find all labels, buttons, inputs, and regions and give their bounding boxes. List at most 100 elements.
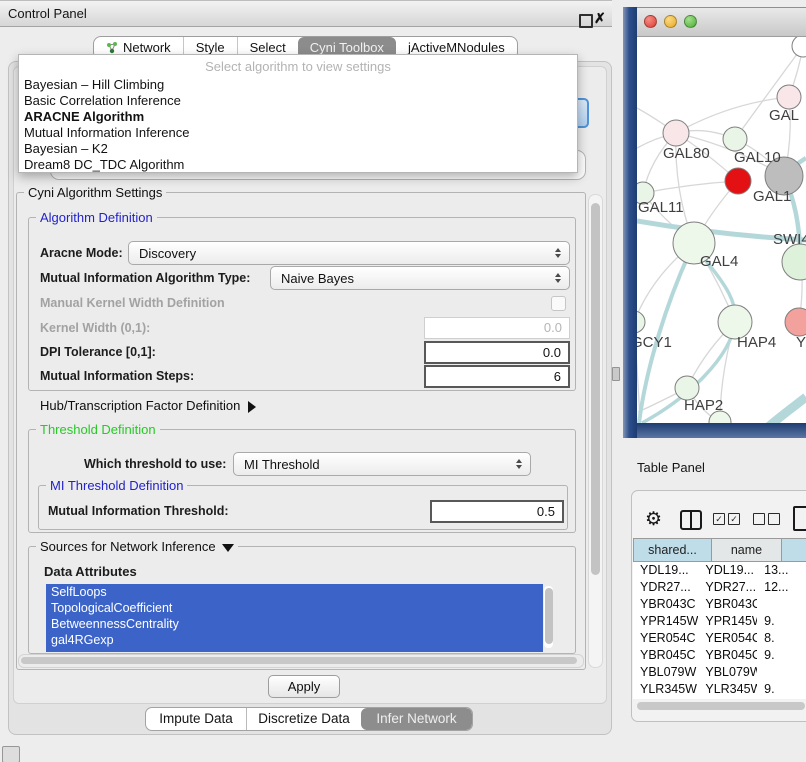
network-edge-highlighted[interactable] <box>757 397 806 423</box>
table-cell[interactable]: 9. <box>757 681 806 698</box>
mi-threshold-field[interactable]: 0.5 <box>430 500 564 523</box>
table-cell[interactable]: YDR27... <box>698 579 757 596</box>
network-node-gcy1[interactable] <box>637 311 645 333</box>
algorithm-option-mutual-information-inference[interactable]: Mutual Information Inference <box>19 125 577 141</box>
table-cell[interactable]: YLR345W <box>698 681 757 698</box>
algorithm-option-dream8-dc-tdc-algorithm[interactable]: Dream8 DC_TDC Algorithm <box>19 157 577 173</box>
attribute-item-partial[interactable] <box>46 648 543 652</box>
table-cell[interactable] <box>757 664 806 681</box>
algorithm-option-basic-correlation-inference[interactable]: Basic Correlation Inference <box>19 93 577 109</box>
minimize-window-icon[interactable] <box>664 15 677 28</box>
attribute-item-gal4rgexp[interactable]: gal4RGexp <box>46 632 543 648</box>
table-cell[interactable]: 13... <box>757 562 806 579</box>
table-cell[interactable]: YPR145W <box>698 613 757 630</box>
table-row[interactable]: YER054CYER054C8. <box>633 630 806 647</box>
table-body[interactable]: YDL19...YDL19...13...YDR27...YDR27...12.… <box>633 562 806 699</box>
table-cell[interactable]: YER054C <box>698 630 757 647</box>
network-window-titlebar[interactable] <box>637 7 806 37</box>
minimized-panel-button[interactable] <box>2 746 20 762</box>
table-row[interactable]: YBR043CYBR043C <box>633 596 806 613</box>
show-columns-icon[interactable] <box>680 510 702 530</box>
network-node-gal10[interactable] <box>723 127 747 151</box>
table-cell[interactable]: YBR043C <box>698 596 757 613</box>
horizontal-scrollbar-thumb[interactable] <box>21 657 577 664</box>
collapsed-arrow-icon[interactable] <box>248 401 256 413</box>
algorithm-option-bayesian-hill-climbing[interactable]: Bayesian – Hill Climbing <box>19 77 577 93</box>
which-threshold-combo[interactable]: MI Threshold <box>233 452 531 476</box>
table-cell[interactable]: YDL19... <box>633 562 698 579</box>
split-pane-grip[interactable] <box>612 367 620 381</box>
column-header-shared-[interactable]: shared... <box>634 539 712 561</box>
network-view-canvas[interactable]: GALGAL80GAL10GAL1GAL11GAL4SWI4GCY1HAP4YH… <box>637 37 806 423</box>
table-cell[interactable]: YIL053C <box>633 698 698 699</box>
bottom-tab-infer-network[interactable]: Infer Network <box>361 708 472 730</box>
table-row[interactable]: YBR045CYBR045C9. <box>633 647 806 664</box>
table-cell[interactable]: YLR345W <box>633 681 698 698</box>
table-row[interactable]: YPR145WYPR145W9. <box>633 613 806 630</box>
sources-title[interactable]: Sources for Network Inference <box>36 539 238 554</box>
table-cell[interactable]: 12... <box>757 579 806 596</box>
table-cell[interactable]: YBR043C <box>633 596 698 613</box>
algorithm-option-bayesian-k2[interactable]: Bayesian – K2 <box>19 141 577 157</box>
table-cell[interactable] <box>757 596 806 613</box>
mi-type-combo[interactable]: Naive Bayes <box>270 266 570 290</box>
network-node-y[interactable] <box>785 308 806 336</box>
network-node-gal1[interactable] <box>725 168 751 194</box>
table-row[interactable]: YLR345WYLR345W9. <box>633 681 806 698</box>
float-panel-icon[interactable] <box>579 14 593 28</box>
bottom-tab-impute-data[interactable]: Impute Data <box>146 708 246 730</box>
select-all-checkbox-icon[interactable]: ✓ <box>713 513 725 525</box>
select-all-checkbox-icon-2[interactable]: ✓ <box>728 513 740 525</box>
bottom-tab-discretize-data[interactable]: Discretize Data <box>246 708 361 730</box>
network-node-swi4[interactable] <box>782 244 806 280</box>
attributes-list-scrollbar[interactable] <box>544 586 553 648</box>
table-cell[interactable]: 9. <box>757 647 806 664</box>
table-cell[interactable]: YDR27... <box>633 579 698 596</box>
table-cell[interactable]: YDL19... <box>698 562 757 579</box>
network-edge[interactable] <box>643 181 738 193</box>
table-row[interactable]: YBL079WYBL079W <box>633 664 806 681</box>
manual-kernel-checkbox[interactable] <box>551 296 566 311</box>
table-cell[interactable]: YBL079W <box>633 664 698 681</box>
apply-button[interactable]: Apply <box>268 675 340 698</box>
zoom-window-icon[interactable] <box>684 15 697 28</box>
column-header-hidden[interactable] <box>782 539 806 561</box>
aracne-mode-combo[interactable]: Discovery <box>128 241 570 265</box>
table-scrollbar-thumb[interactable] <box>637 702 805 710</box>
table-cell[interactable]: YER054C <box>633 630 698 647</box>
attribute-item-topologicalcoefficient[interactable]: TopologicalCoefficient <box>46 600 543 616</box>
network-node-gal[interactable] <box>777 85 801 109</box>
table-cell[interactable]: YBL079W <box>698 664 757 681</box>
algorithm-option-aracne-algorithm[interactable]: ARACNE Algorithm <box>19 109 577 125</box>
attribute-item-selfloops[interactable]: SelfLoops <box>46 584 543 600</box>
dpi-tolerance-field[interactable]: 0.0 <box>424 341 570 364</box>
table-cell[interactable]: YPR145W <box>633 613 698 630</box>
table-row[interactable]: YDL19...YDL19...13... <box>633 562 806 579</box>
table-row[interactable]: YDR27...YDR27...12... <box>633 579 806 596</box>
table-horizontal-scrollbar[interactable] <box>636 701 806 712</box>
attribute-item-betweennesscentrality[interactable]: BetweennessCentrality <box>46 616 543 632</box>
deselect-all-checkbox-icon-2[interactable] <box>768 513 780 525</box>
table-cell[interactable]: 9. <box>757 613 806 630</box>
table-cell[interactable]: YBR045C <box>633 647 698 664</box>
settings-scrollbar-thumb[interactable] <box>591 203 600 575</box>
network-node[interactable] <box>792 37 806 57</box>
data-attributes-list[interactable]: SelfLoopsTopologicalCoefficientBetweenne… <box>46 584 554 652</box>
mi-steps-field[interactable]: 6 <box>424 365 570 388</box>
table-cell[interactable]: YIL053C <box>698 698 757 699</box>
settings-horizontal-scrollbar[interactable] <box>18 654 584 668</box>
close-window-icon[interactable] <box>644 15 657 28</box>
table-cell[interactable]: 8. <box>757 630 806 647</box>
expanded-arrow-icon[interactable] <box>222 544 234 552</box>
network-node-gal80[interactable] <box>663 120 689 146</box>
table-row[interactable]: YIL053CYIL053C9. <box>633 698 806 699</box>
hub-definition-toggle[interactable]: Hub/Transcription Factor Definition <box>40 396 256 416</box>
export-table-icon[interactable] <box>793 506 806 531</box>
attributes-scrollbar-thumb[interactable] <box>545 588 553 644</box>
table-settings-gear-icon[interactable]: ⚙ <box>645 508 662 531</box>
close-panel-icon[interactable]: ✗ <box>594 10 606 27</box>
settings-vertical-scrollbar[interactable] <box>588 194 603 668</box>
table-cell[interactable]: YBR045C <box>698 647 757 664</box>
column-header-name[interactable]: name <box>712 539 782 561</box>
table-cell[interactable]: 9. <box>757 698 806 699</box>
